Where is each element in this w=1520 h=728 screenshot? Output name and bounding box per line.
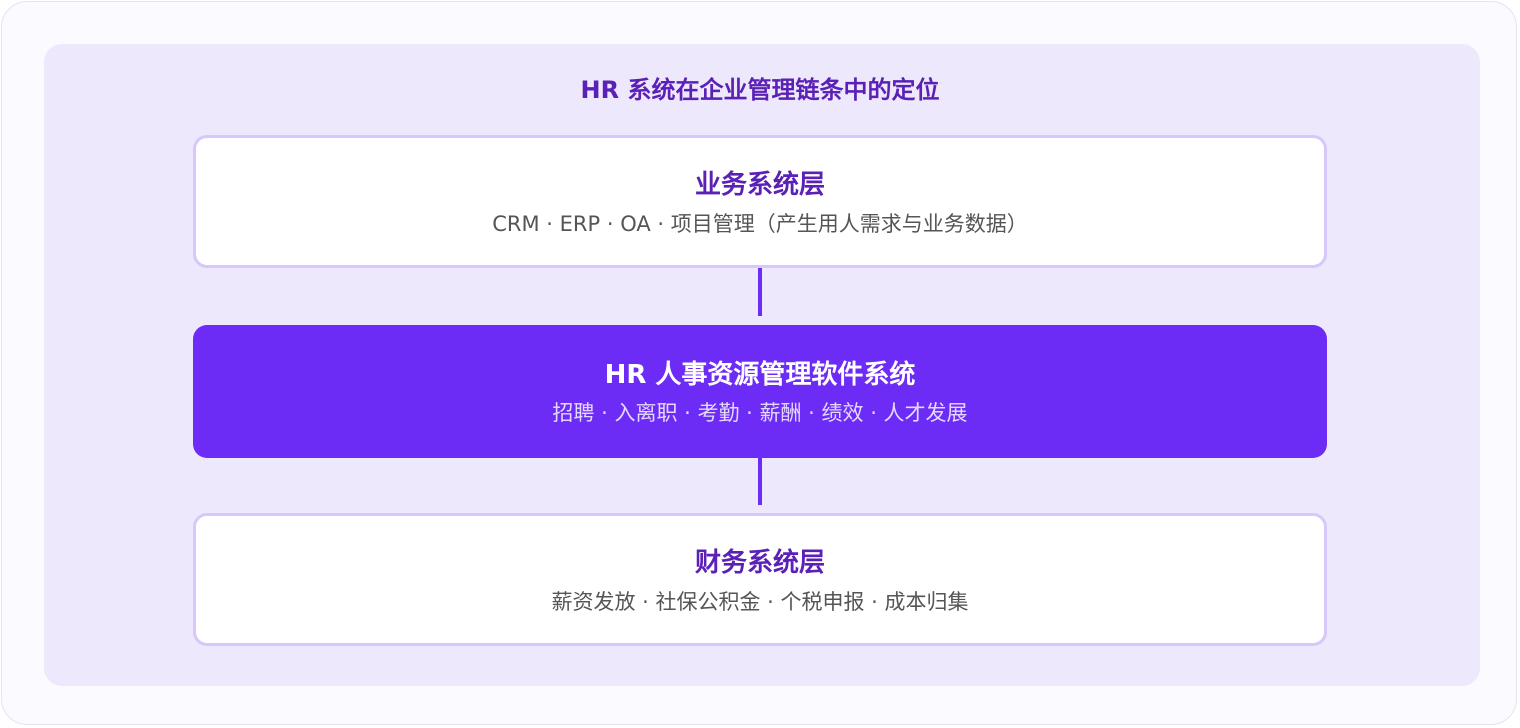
hr-system-layer: HR 人事资源管理软件系统 招聘 · 入离职 · 考勤 · 薪酬 · 绩效 · … xyxy=(193,325,1327,458)
connector-business-to-hr xyxy=(758,268,762,316)
finance-systems-layer-title: 财务系统层 xyxy=(694,548,825,578)
diagram-title: HR 系统在企业管理链条中的定位 xyxy=(580,76,940,104)
business-systems-layer: 业务系统层 CRM · ERP · OA · 项目管理（产生用人需求与业务数据） xyxy=(193,135,1327,268)
hr-system-layer-title: HR 人事资源管理软件系统 xyxy=(604,360,916,390)
finance-systems-layer: 财务系统层 薪资发放 · 社保公积金 · 个税申报 · 成本归集 xyxy=(193,513,1327,646)
hr-system-layer-subtitle: 招聘 · 入离职 · 考勤 · 薪酬 · 绩效 · 人才发展 xyxy=(552,401,968,425)
finance-systems-layer-subtitle: 薪资发放 · 社保公积金 · 个税申报 · 成本归集 xyxy=(551,590,969,614)
business-systems-layer-subtitle: CRM · ERP · OA · 项目管理（产生用人需求与业务数据） xyxy=(492,212,1028,236)
business-systems-layer-title: 业务系统层 xyxy=(694,170,825,200)
connector-hr-to-finance xyxy=(758,457,762,505)
